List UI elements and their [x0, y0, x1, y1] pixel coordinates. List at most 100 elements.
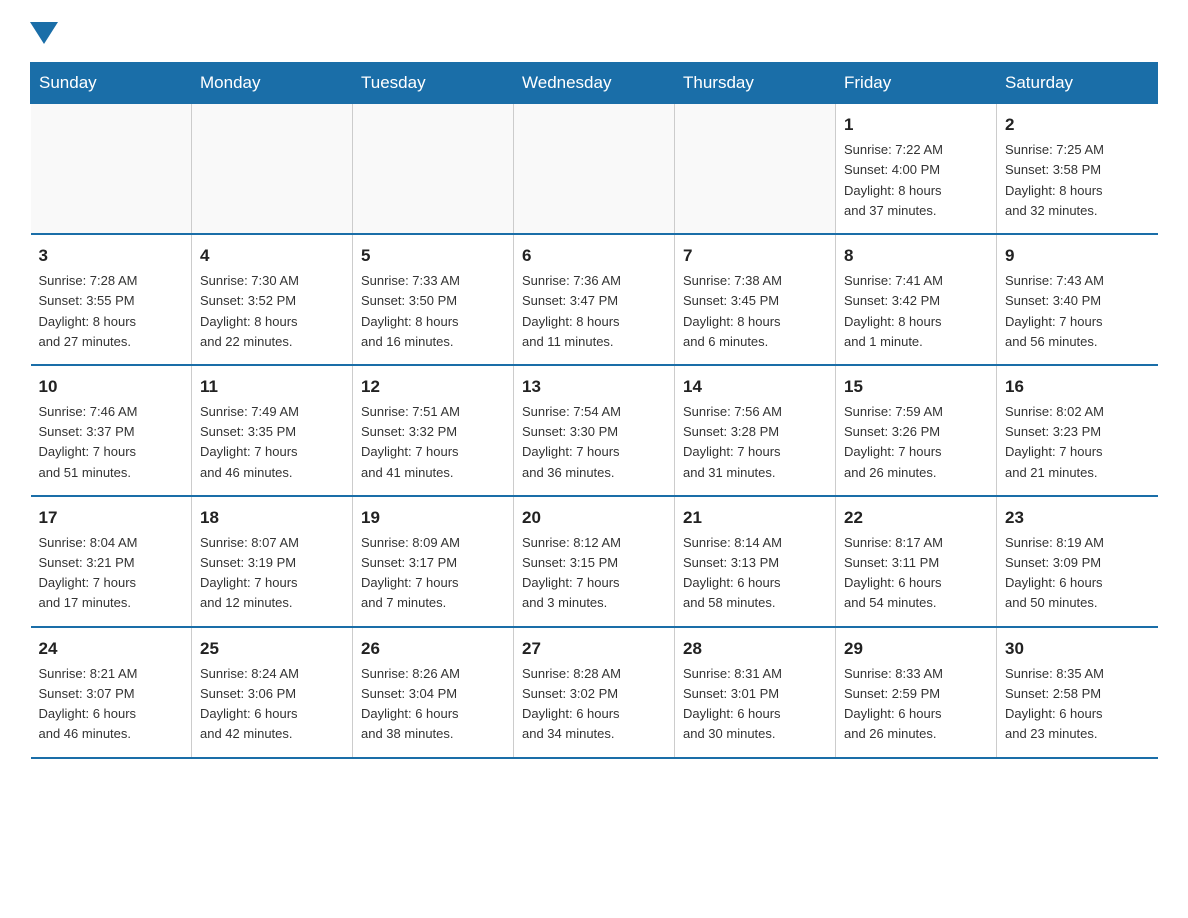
calendar-cell — [675, 104, 836, 234]
day-number: 2 — [1005, 112, 1150, 138]
day-info: Sunrise: 7:49 AM Sunset: 3:35 PM Dayligh… — [200, 402, 344, 483]
day-info: Sunrise: 7:46 AM Sunset: 3:37 PM Dayligh… — [39, 402, 184, 483]
calendar-cell: 25Sunrise: 8:24 AM Sunset: 3:06 PM Dayli… — [192, 627, 353, 758]
day-info: Sunrise: 8:07 AM Sunset: 3:19 PM Dayligh… — [200, 533, 344, 614]
day-info: Sunrise: 8:35 AM Sunset: 2:58 PM Dayligh… — [1005, 664, 1150, 745]
day-info: Sunrise: 7:41 AM Sunset: 3:42 PM Dayligh… — [844, 271, 988, 352]
day-info: Sunrise: 7:54 AM Sunset: 3:30 PM Dayligh… — [522, 402, 666, 483]
day-info: Sunrise: 8:04 AM Sunset: 3:21 PM Dayligh… — [39, 533, 184, 614]
col-tuesday: Tuesday — [353, 63, 514, 104]
logo-blue-row — [30, 20, 60, 44]
day-number: 16 — [1005, 374, 1150, 400]
day-number: 29 — [844, 636, 988, 662]
col-thursday: Thursday — [675, 63, 836, 104]
calendar-cell: 26Sunrise: 8:26 AM Sunset: 3:04 PM Dayli… — [353, 627, 514, 758]
day-info: Sunrise: 7:33 AM Sunset: 3:50 PM Dayligh… — [361, 271, 505, 352]
day-number: 7 — [683, 243, 827, 269]
calendar-cell: 17Sunrise: 8:04 AM Sunset: 3:21 PM Dayli… — [31, 496, 192, 627]
col-friday: Friday — [836, 63, 997, 104]
calendar-cell: 15Sunrise: 7:59 AM Sunset: 3:26 PM Dayli… — [836, 365, 997, 496]
day-info: Sunrise: 7:38 AM Sunset: 3:45 PM Dayligh… — [683, 271, 827, 352]
calendar-cell: 29Sunrise: 8:33 AM Sunset: 2:59 PM Dayli… — [836, 627, 997, 758]
calendar-cell: 8Sunrise: 7:41 AM Sunset: 3:42 PM Daylig… — [836, 234, 997, 365]
calendar-week-row: 3Sunrise: 7:28 AM Sunset: 3:55 PM Daylig… — [31, 234, 1158, 365]
col-sunday: Sunday — [31, 63, 192, 104]
day-number: 19 — [361, 505, 505, 531]
day-info: Sunrise: 7:51 AM Sunset: 3:32 PM Dayligh… — [361, 402, 505, 483]
day-info: Sunrise: 7:25 AM Sunset: 3:58 PM Dayligh… — [1005, 140, 1150, 221]
calendar-week-row: 17Sunrise: 8:04 AM Sunset: 3:21 PM Dayli… — [31, 496, 1158, 627]
day-number: 26 — [361, 636, 505, 662]
day-info: Sunrise: 8:09 AM Sunset: 3:17 PM Dayligh… — [361, 533, 505, 614]
calendar-cell: 30Sunrise: 8:35 AM Sunset: 2:58 PM Dayli… — [997, 627, 1158, 758]
day-info: Sunrise: 8:02 AM Sunset: 3:23 PM Dayligh… — [1005, 402, 1150, 483]
calendar-table: Sunday Monday Tuesday Wednesday Thursday… — [30, 62, 1158, 759]
day-number: 3 — [39, 243, 184, 269]
day-info: Sunrise: 7:56 AM Sunset: 3:28 PM Dayligh… — [683, 402, 827, 483]
calendar-cell: 6Sunrise: 7:36 AM Sunset: 3:47 PM Daylig… — [514, 234, 675, 365]
day-info: Sunrise: 8:14 AM Sunset: 3:13 PM Dayligh… — [683, 533, 827, 614]
day-number: 17 — [39, 505, 184, 531]
day-number: 15 — [844, 374, 988, 400]
day-number: 30 — [1005, 636, 1150, 662]
day-info: Sunrise: 8:28 AM Sunset: 3:02 PM Dayligh… — [522, 664, 666, 745]
calendar-cell — [353, 104, 514, 234]
day-number: 9 — [1005, 243, 1150, 269]
logo-triangle-icon — [30, 22, 58, 44]
day-number: 24 — [39, 636, 184, 662]
day-info: Sunrise: 7:28 AM Sunset: 3:55 PM Dayligh… — [39, 271, 184, 352]
calendar-cell: 14Sunrise: 7:56 AM Sunset: 3:28 PM Dayli… — [675, 365, 836, 496]
calendar-week-row: 1Sunrise: 7:22 AM Sunset: 4:00 PM Daylig… — [31, 104, 1158, 234]
day-number: 23 — [1005, 505, 1150, 531]
day-info: Sunrise: 7:22 AM Sunset: 4:00 PM Dayligh… — [844, 140, 988, 221]
day-number: 11 — [200, 374, 344, 400]
day-info: Sunrise: 8:21 AM Sunset: 3:07 PM Dayligh… — [39, 664, 184, 745]
logo — [30, 20, 60, 44]
day-info: Sunrise: 8:26 AM Sunset: 3:04 PM Dayligh… — [361, 664, 505, 745]
day-number: 27 — [522, 636, 666, 662]
page-header — [30, 20, 1158, 44]
col-saturday: Saturday — [997, 63, 1158, 104]
day-info: Sunrise: 7:36 AM Sunset: 3:47 PM Dayligh… — [522, 271, 666, 352]
calendar-cell: 27Sunrise: 8:28 AM Sunset: 3:02 PM Dayli… — [514, 627, 675, 758]
day-number: 12 — [361, 374, 505, 400]
day-number: 5 — [361, 243, 505, 269]
calendar-cell: 9Sunrise: 7:43 AM Sunset: 3:40 PM Daylig… — [997, 234, 1158, 365]
calendar-header-row: Sunday Monday Tuesday Wednesday Thursday… — [31, 63, 1158, 104]
day-number: 1 — [844, 112, 988, 138]
calendar-cell: 16Sunrise: 8:02 AM Sunset: 3:23 PM Dayli… — [997, 365, 1158, 496]
calendar-cell: 12Sunrise: 7:51 AM Sunset: 3:32 PM Dayli… — [353, 365, 514, 496]
day-number: 21 — [683, 505, 827, 531]
calendar-cell — [514, 104, 675, 234]
calendar-cell: 23Sunrise: 8:19 AM Sunset: 3:09 PM Dayli… — [997, 496, 1158, 627]
day-number: 25 — [200, 636, 344, 662]
calendar-cell — [31, 104, 192, 234]
calendar-cell: 13Sunrise: 7:54 AM Sunset: 3:30 PM Dayli… — [514, 365, 675, 496]
calendar-cell: 2Sunrise: 7:25 AM Sunset: 3:58 PM Daylig… — [997, 104, 1158, 234]
day-number: 6 — [522, 243, 666, 269]
day-number: 20 — [522, 505, 666, 531]
calendar-cell: 5Sunrise: 7:33 AM Sunset: 3:50 PM Daylig… — [353, 234, 514, 365]
calendar-cell: 1Sunrise: 7:22 AM Sunset: 4:00 PM Daylig… — [836, 104, 997, 234]
calendar-cell: 21Sunrise: 8:14 AM Sunset: 3:13 PM Dayli… — [675, 496, 836, 627]
calendar-cell: 10Sunrise: 7:46 AM Sunset: 3:37 PM Dayli… — [31, 365, 192, 496]
day-number: 8 — [844, 243, 988, 269]
day-number: 14 — [683, 374, 827, 400]
calendar-cell: 4Sunrise: 7:30 AM Sunset: 3:52 PM Daylig… — [192, 234, 353, 365]
col-monday: Monday — [192, 63, 353, 104]
day-number: 13 — [522, 374, 666, 400]
day-info: Sunrise: 8:17 AM Sunset: 3:11 PM Dayligh… — [844, 533, 988, 614]
day-number: 18 — [200, 505, 344, 531]
calendar-cell: 24Sunrise: 8:21 AM Sunset: 3:07 PM Dayli… — [31, 627, 192, 758]
calendar-cell — [192, 104, 353, 234]
day-info: Sunrise: 7:43 AM Sunset: 3:40 PM Dayligh… — [1005, 271, 1150, 352]
day-number: 4 — [200, 243, 344, 269]
day-info: Sunrise: 7:30 AM Sunset: 3:52 PM Dayligh… — [200, 271, 344, 352]
day-info: Sunrise: 8:12 AM Sunset: 3:15 PM Dayligh… — [522, 533, 666, 614]
calendar-cell: 18Sunrise: 8:07 AM Sunset: 3:19 PM Dayli… — [192, 496, 353, 627]
day-number: 28 — [683, 636, 827, 662]
calendar-cell: 11Sunrise: 7:49 AM Sunset: 3:35 PM Dayli… — [192, 365, 353, 496]
day-info: Sunrise: 8:19 AM Sunset: 3:09 PM Dayligh… — [1005, 533, 1150, 614]
day-number: 22 — [844, 505, 988, 531]
calendar-week-row: 10Sunrise: 7:46 AM Sunset: 3:37 PM Dayli… — [31, 365, 1158, 496]
